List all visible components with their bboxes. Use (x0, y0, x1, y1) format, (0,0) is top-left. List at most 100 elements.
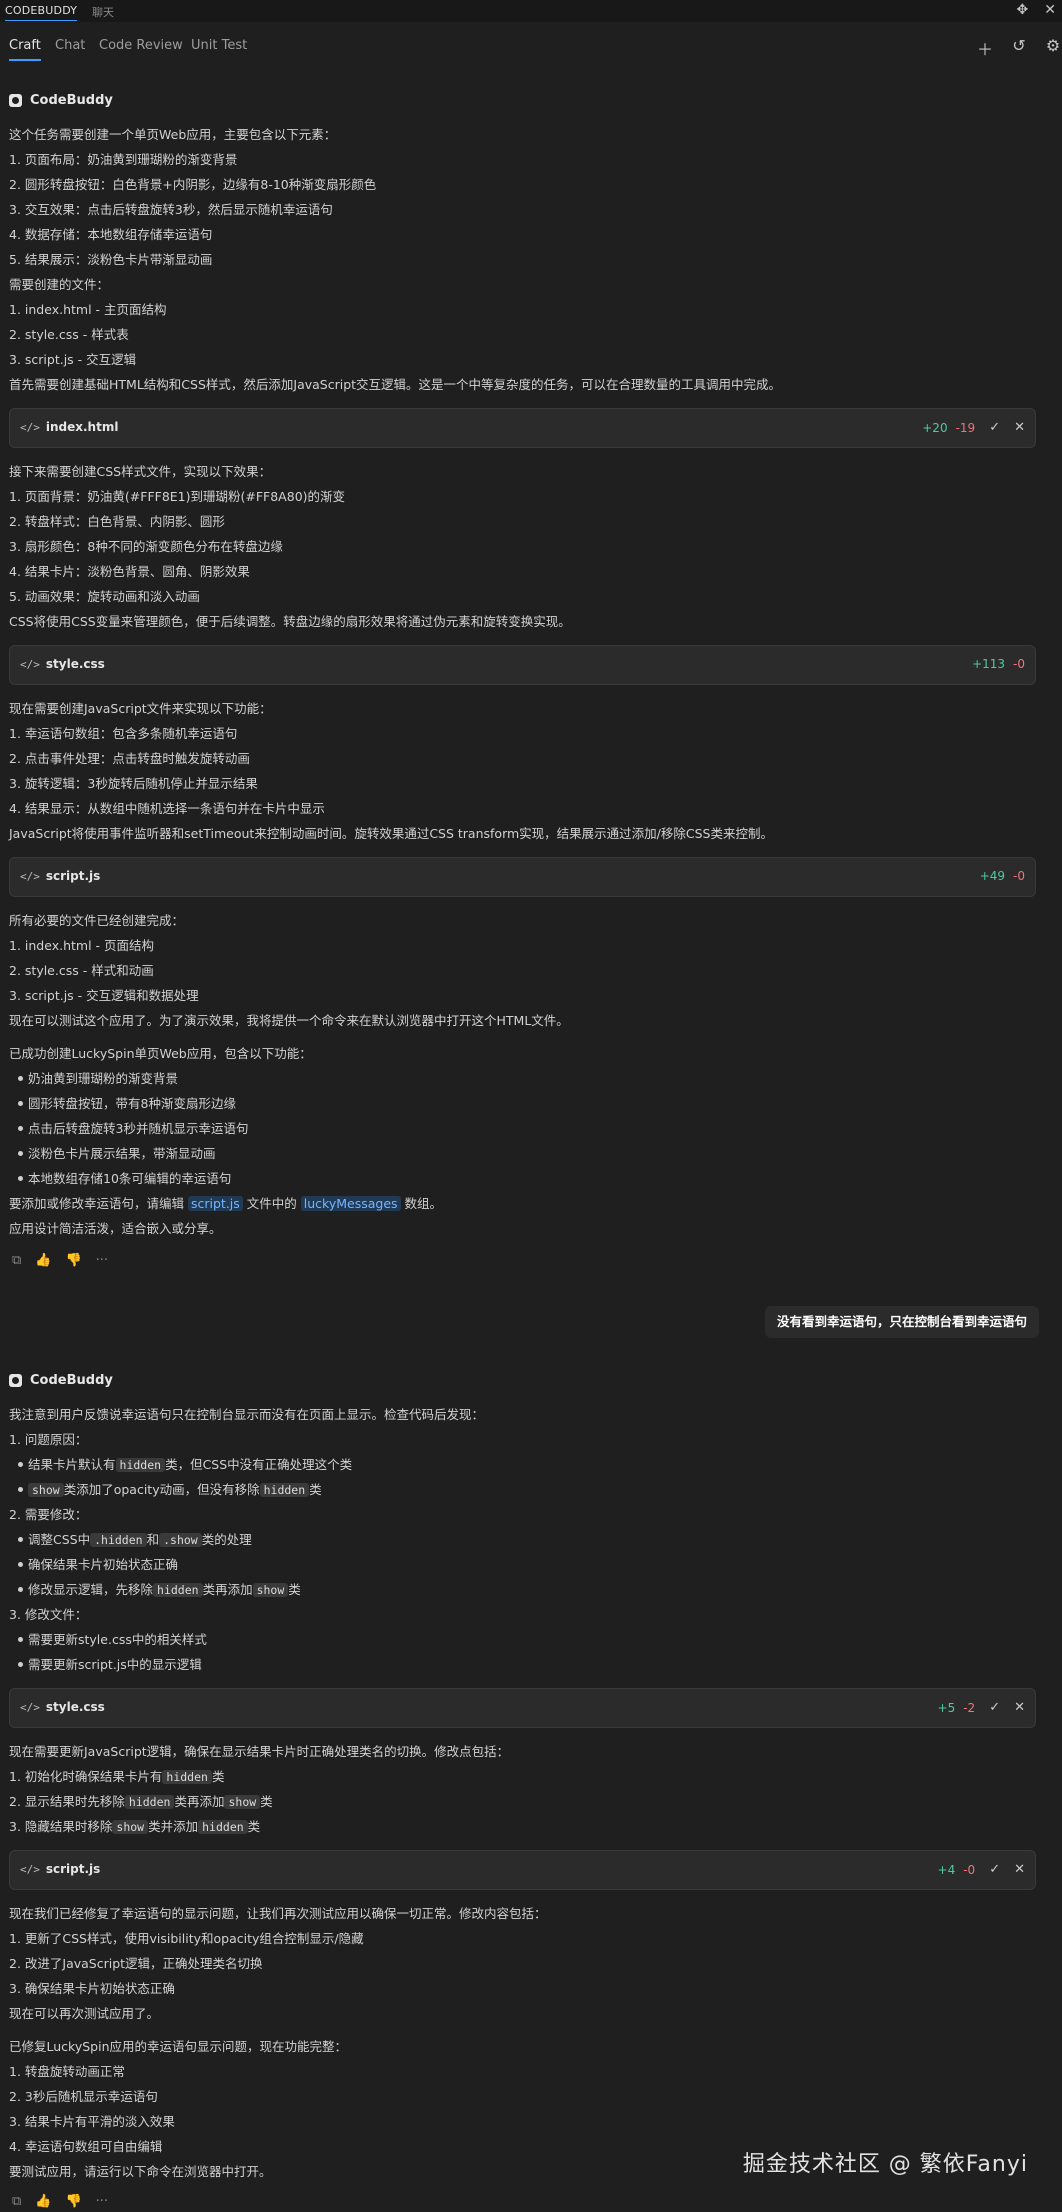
symbol-link[interactable]: luckyMessages (300, 1196, 401, 1211)
text: 调整CSS中 (28, 1532, 91, 1547)
bullet-dot (18, 1462, 23, 1467)
inline-code: hidden (124, 1795, 175, 1809)
user-message-bubble: 没有看到幸运语句，只在控制台看到幸运语句 (764, 1306, 1039, 1338)
copy-icon[interactable]: ⧉ (12, 1253, 21, 1268)
inline-code: show (224, 1795, 261, 1809)
inline-code: hidden (259, 1483, 310, 1497)
message-line: 现在我们已经修复了幸运语句的显示问题，让我们再次测试应用以确保一切正常。修改内容… (9, 1906, 547, 1921)
thumbs-down-icon[interactable]: 👎 (65, 1253, 81, 1268)
file-change-card[interactable]: </> index.html +20 -19 ✓ ✕ (9, 408, 1036, 448)
message-line: 3. 结果卡片有平滑的淡入效果 (9, 2114, 175, 2129)
text: 类 (260, 1794, 273, 1809)
message-line: 2. 显示结果时先移除 hidden 类再添加 show 类 (9, 1793, 273, 1811)
text: 类并添加 (148, 1819, 199, 1834)
message-line: 3. 确保结果卡片初始状态正确 (9, 1981, 175, 1996)
reject-close-icon[interactable]: ✕ (1014, 420, 1025, 435)
reject-close-icon[interactable]: ✕ (1014, 1700, 1025, 1715)
codebuddy-logo-icon (9, 1374, 22, 1387)
code-icon: </> (20, 1863, 40, 1876)
message-line: JavaScript将使用事件监听器和setTimeout来控制动画时间。旋转效… (9, 826, 773, 841)
tab-craft[interactable]: Craft (9, 38, 41, 61)
tab-unit-test[interactable]: Unit Test (191, 38, 247, 59)
history-icon[interactable]: ↺ (1010, 36, 1028, 60)
thumbs-up-icon[interactable]: 👍 (35, 1253, 51, 1268)
close-panel-icon[interactable]: ✕ (1044, 2, 1056, 18)
panel-tab-chat[interactable]: 聊天 (92, 4, 114, 20)
tab-chat[interactable]: Chat (55, 38, 85, 59)
lines-added: +4 (937, 1862, 956, 1877)
message-line: 4. 结果卡片：淡粉色背景、圆角、阴影效果 (9, 564, 250, 579)
message-line: 1. 页面背景：奶油黄(#FFF8E1)到珊瑚粉(#FF8A80)的渐变 (9, 489, 346, 504)
message-line: 3. 修改文件： (9, 1607, 88, 1622)
file-change-card[interactable]: </> style.css +5 -2 ✓ ✕ (9, 1688, 1036, 1728)
accept-check-icon[interactable]: ✓ (989, 1700, 1000, 1715)
file-change-card[interactable]: </> script.js +49 -0 (9, 857, 1036, 897)
code-icon: </> (20, 421, 40, 434)
message-line: 接下来需要创建CSS样式文件，实现以下效果： (9, 464, 272, 479)
message-line: 2. 3秒后随机显示幸运语句 (9, 2089, 158, 2104)
assistant-name: CodeBuddy (30, 93, 113, 108)
reject-close-icon[interactable]: ✕ (1014, 1862, 1025, 1877)
accept-check-icon[interactable]: ✓ (989, 420, 1000, 435)
new-chat-icon[interactable]: ＋ (976, 36, 994, 60)
message-line: 1. 页面布局：奶油黄到珊瑚粉的渐变背景 (9, 152, 238, 167)
bullet-dot (18, 1126, 23, 1131)
file-change-card[interactable]: </> script.js +4 -0 ✓ ✕ (9, 1850, 1036, 1890)
message-line: 现在需要更新JavaScript逻辑，确保在显示结果卡片时正确处理类名的切换。修… (9, 1744, 510, 1759)
list-item: 需要更新script.js中的显示逻辑 (28, 1657, 202, 1672)
message-actions: ⧉ 👍 👎 ··· (12, 1253, 108, 1268)
message-line: 1. 幸运语句数组：包含多条随机幸运语句 (9, 726, 238, 741)
file-name: style.css (45, 1700, 105, 1714)
inline-code: hidden (162, 1770, 212, 1784)
message-line: 现在需要创建JavaScript文件来实现以下功能： (9, 701, 272, 716)
inline-code: .show (159, 1533, 202, 1547)
text: 类 (288, 1582, 301, 1597)
copy-icon[interactable]: ⧉ (12, 2194, 21, 2209)
message-line: 所有必要的文件已经创建完成： (9, 913, 185, 928)
text: 1. 初始化时确保结果卡片有 (9, 1769, 163, 1784)
message-line: 已修复LuckySpin应用的幸运语句显示问题，现在功能完整： (9, 2039, 347, 2054)
list-item: 奶油黄到珊瑚粉的渐变背景 (28, 1071, 179, 1086)
lines-removed: -0 (1013, 657, 1025, 671)
bullet-dot (18, 1587, 23, 1592)
list-item: 圆形转盘按钮，带有8种渐变扇形边缘 (28, 1096, 236, 1111)
inline-code: show (112, 1820, 149, 1834)
message-line: 需要创建的文件： (9, 277, 110, 292)
accept-check-icon[interactable]: ✓ (989, 1862, 1000, 1877)
code-icon: </> (20, 870, 40, 883)
lines-removed: -19 (955, 420, 976, 435)
settings-icon[interactable]: ⚙ (1044, 36, 1062, 60)
text: 2. 显示结果时先移除 (9, 1794, 125, 1809)
more-icon[interactable]: ··· (96, 2194, 108, 2209)
text: 类再添加 (202, 1582, 253, 1597)
message-line: 2. 圆形转盘按钮：白色背景+内阴影，边缘有8-10种渐变扇形颜色 (9, 177, 377, 192)
tab-code-review[interactable]: Code Review (99, 38, 183, 59)
inline-code: hidden (198, 1820, 248, 1834)
message-line: 3. 旋转逻辑：3秒旋转后随机停止并显示结果 (9, 776, 258, 791)
lines-added: +113 (972, 657, 1006, 671)
list-item: 点击后转盘旋转3秒并随机显示幸运语句 (28, 1121, 249, 1136)
message-line: 4. 数据存储：本地数组存储幸运语句 (9, 227, 213, 242)
message-line: 1. 转盘旋转动画正常 (9, 2064, 125, 2079)
more-icon[interactable]: ··· (96, 1253, 108, 1268)
message-line: 4. 幸运语句数组可自由编辑 (9, 2139, 163, 2154)
lines-added: +20 (922, 420, 948, 435)
thumbs-down-icon[interactable]: 👎 (65, 2194, 81, 2209)
file-link[interactable]: script.js (188, 1196, 243, 1211)
text: 数组。 (404, 1196, 443, 1211)
text: 修改显示逻辑，先移除 (28, 1582, 154, 1597)
message-line: 要添加或修改幸运语句，请编辑 script.js 文件中的 luckyMessa… (9, 1195, 442, 1213)
message-line: 3. script.js - 交互逻辑和数据处理 (9, 988, 199, 1003)
file-change-card[interactable]: </> style.css +113 -0 (9, 645, 1036, 685)
message-line: 2. 改进了JavaScript逻辑，正确处理类名切换 (9, 1956, 263, 1971)
message-line: CSS将使用CSS变量来管理颜色，便于后续调整。转盘边缘的扇形效果将通过伪元素和… (9, 614, 571, 629)
bullet-dot (18, 1637, 23, 1642)
inline-code: hidden (153, 1583, 203, 1597)
thumbs-up-icon[interactable]: 👍 (35, 2194, 51, 2209)
list-item: 本地数组存储10条可编辑的幸运语句 (28, 1171, 232, 1186)
lines-added: +49 (979, 869, 1006, 883)
panel-title-codebuddy[interactable]: CODEBUDDY (5, 4, 78, 21)
lines-removed: -0 (1013, 869, 1025, 883)
list-item: 调整CSS中 .hidden 和 .show 类的处理 (28, 1531, 252, 1549)
move-icon[interactable]: ✥ (1017, 2, 1029, 18)
